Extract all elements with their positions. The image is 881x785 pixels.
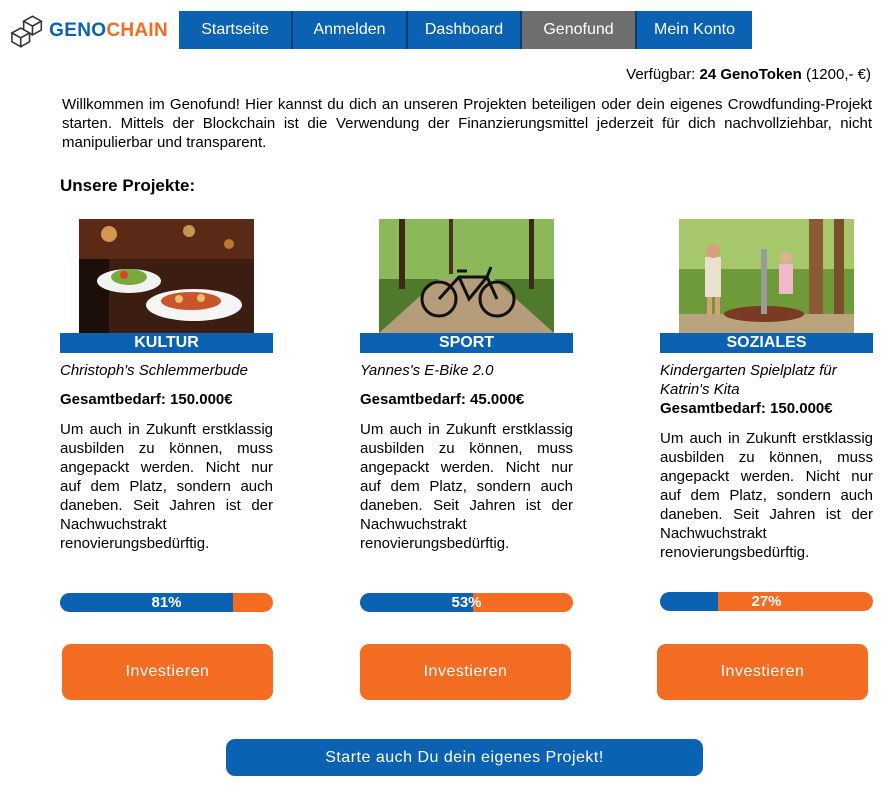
progress-percent: 53% bbox=[451, 594, 482, 611]
project-need: Gesamtbedarf: 150.000€ bbox=[660, 400, 833, 417]
nav-mein-konto[interactable]: Mein Konto bbox=[637, 11, 752, 49]
project-name: Yannes's E-Bike 2.0 bbox=[360, 362, 494, 379]
project-description: Um auch in Zukunft erstklassig ausbilden… bbox=[360, 421, 573, 552]
balance-euro: (1200,- €) bbox=[805, 66, 871, 83]
logo[interactable]: GENOCHAIN bbox=[8, 10, 168, 52]
nav-startseite[interactable]: Startseite bbox=[179, 11, 293, 49]
logo-text: GENOCHAIN bbox=[49, 20, 168, 41]
invest-button-kultur[interactable]: Investieren bbox=[62, 644, 273, 700]
cube-logo-icon bbox=[10, 15, 43, 49]
intro-text: Willkommen im Genofund! Hier kannst du d… bbox=[62, 96, 872, 151]
bike-image bbox=[379, 219, 554, 333]
project-card-sport: SPORT Yannes's E-Bike 2.0 Gesamtbedarf: … bbox=[360, 219, 573, 553]
restaurant-image bbox=[79, 219, 254, 333]
playground-image bbox=[679, 219, 854, 333]
project-description: Um auch in Zukunft erstklassig ausbilden… bbox=[660, 430, 873, 561]
project-name: Kindergarten Spielplatz für Katrin's Kit… bbox=[660, 362, 837, 398]
progress-bar-kultur: 81% bbox=[60, 593, 273, 612]
category-label: SPORT bbox=[360, 333, 573, 353]
nav-dashboard[interactable]: Dashboard bbox=[408, 11, 522, 49]
project-card-kultur: KULTUR Christoph's Schlemmerbude Gesamtb… bbox=[60, 219, 273, 553]
progress-percent: 27% bbox=[751, 593, 782, 610]
project-card-soziales: SOZIALES Kindergarten Spielplatz für Kat… bbox=[660, 219, 873, 562]
category-label: KULTUR bbox=[60, 333, 273, 353]
project-description: Um auch in Zukunft erstklassig ausbilden… bbox=[60, 421, 273, 552]
main-nav: Startseite Anmelden Dashboard Genofund M… bbox=[179, 11, 752, 49]
balance-prefix: Verfügbar: bbox=[626, 66, 696, 83]
balance-amount: 24 GenoToken bbox=[699, 66, 802, 83]
project-need: Gesamtbedarf: 150.000€ bbox=[60, 391, 233, 408]
nav-anmelden[interactable]: Anmelden bbox=[293, 11, 408, 49]
invest-button-soziales[interactable]: Investieren bbox=[657, 644, 868, 700]
progress-bar-sport: 53% bbox=[360, 593, 573, 612]
projects-heading: Unsere Projekte: bbox=[60, 176, 196, 195]
progress-percent: 81% bbox=[151, 594, 182, 611]
project-name: Christoph's Schlemmerbude bbox=[60, 362, 248, 379]
nav-genofund[interactable]: Genofund bbox=[522, 11, 637, 49]
category-label: SOZIALES bbox=[660, 333, 873, 353]
project-need: Gesamtbedarf: 45.000€ bbox=[360, 391, 525, 408]
invest-button-sport[interactable]: Investieren bbox=[360, 644, 571, 700]
balance-display: Verfügbar: 24 GenoToken (1200,- €) bbox=[626, 66, 871, 83]
start-project-button[interactable]: Starte auch Du dein eigenes Projekt! bbox=[226, 739, 703, 776]
progress-bar-soziales: 27% bbox=[660, 592, 873, 611]
